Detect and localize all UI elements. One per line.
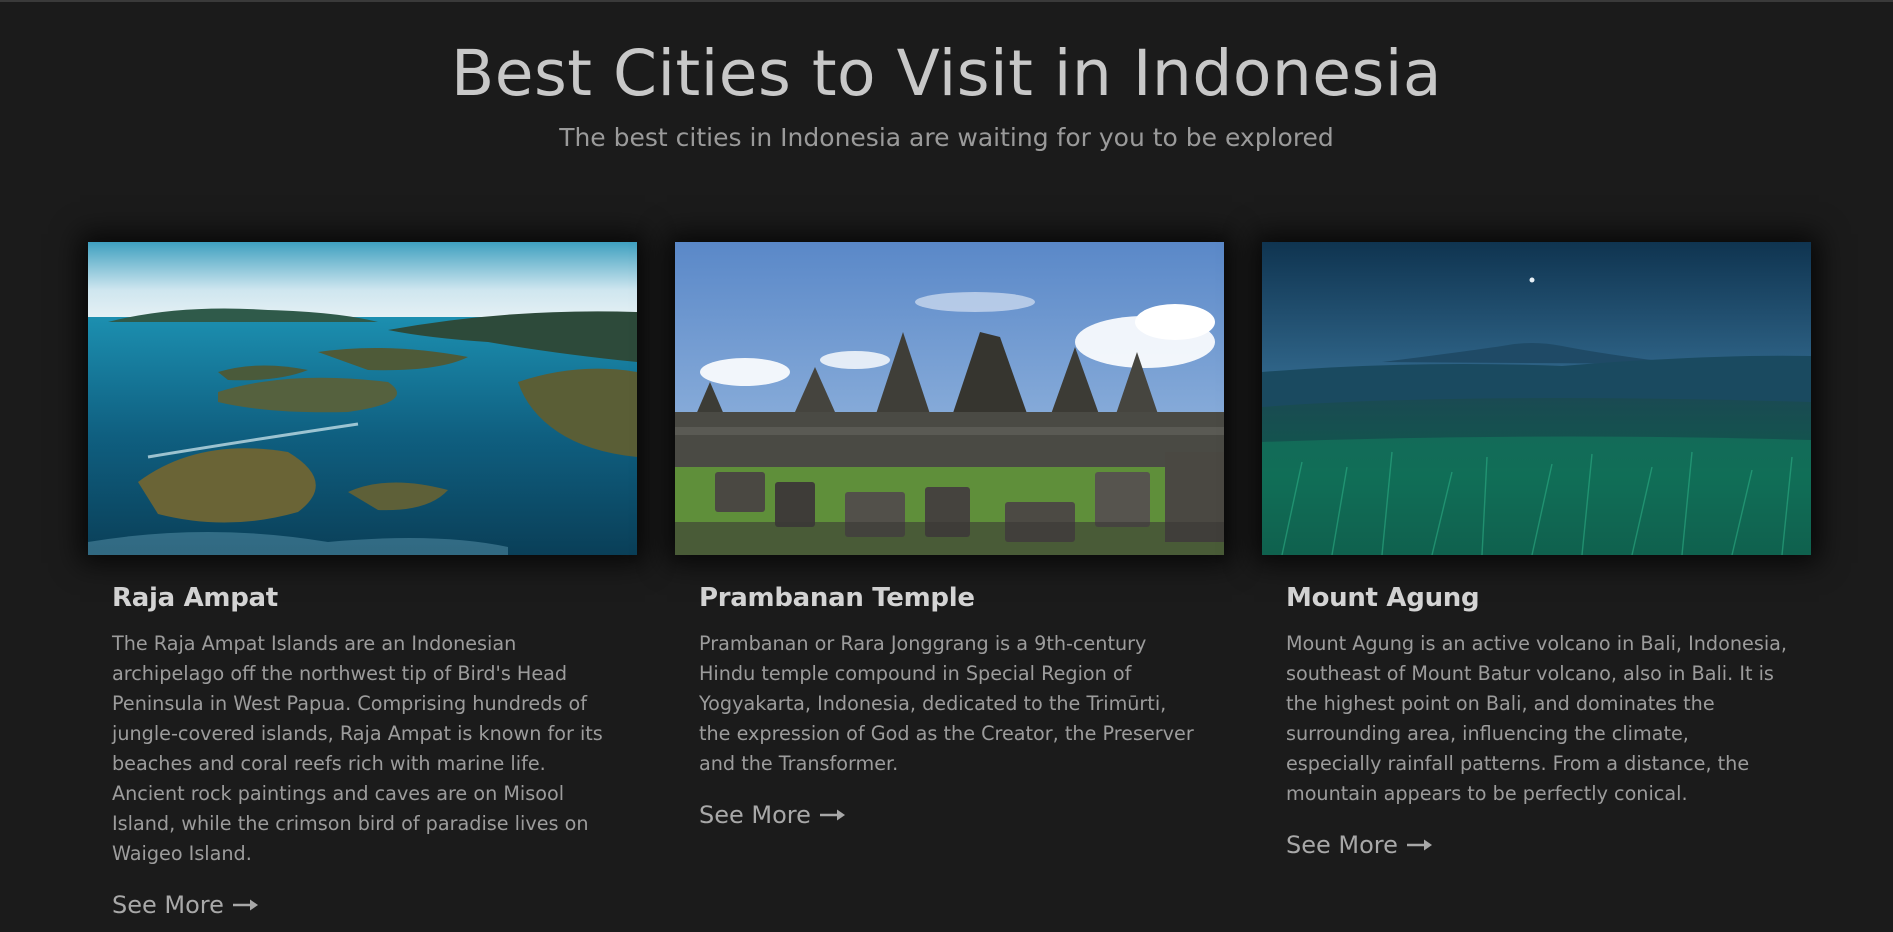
page: Best Cities to Visit in Indonesia The be… — [0, 0, 1893, 932]
card-description: The Raja Ampat Islands are an Indonesian… — [112, 632, 603, 865]
card-raja-ampat: Raja Ampat The Raja Ampat Islands are an… — [88, 242, 637, 921]
mount-agung-image — [1262, 242, 1811, 555]
card-body: Prambanan Temple Prambanan or Rara Jongg… — [675, 555, 1224, 831]
card-description: Prambanan or Rara Jonggrang is a 9th-cen… — [699, 632, 1194, 775]
see-more-link[interactable]: See More — [699, 799, 847, 831]
card-list: Raja Ampat The Raja Ampat Islands are an… — [88, 242, 1811, 921]
card-body: Mount Agung Mount Agung is an active vol… — [1262, 555, 1811, 861]
card-title: Prambanan Temple — [699, 583, 975, 613]
raja-ampat-image — [88, 242, 637, 555]
card-title: Raja Ampat — [112, 583, 278, 613]
card-title: Mount Agung — [1286, 583, 1480, 613]
page-title: Best Cities to Visit in Indonesia — [450, 37, 1442, 110]
see-more-label: See More — [112, 891, 224, 919]
header: Best Cities to Visit in Indonesia The be… — [0, 2, 1893, 154]
prambanan-temple-image — [675, 242, 1224, 555]
card-body: Raja Ampat The Raja Ampat Islands are an… — [88, 555, 637, 921]
arrow-right-icon — [819, 809, 845, 821]
see-more-label: See More — [1286, 831, 1398, 859]
see-more-link[interactable]: See More — [112, 889, 260, 921]
page-subtitle: The best cities in Indonesia are waiting… — [559, 123, 1334, 152]
arrow-right-icon — [232, 899, 258, 911]
card-mount-agung: Mount Agung Mount Agung is an active vol… — [1262, 242, 1811, 921]
arrow-right-icon — [1406, 839, 1432, 851]
card-prambanan-temple: Prambanan Temple Prambanan or Rara Jongg… — [675, 242, 1224, 921]
see-more-link[interactable]: See More — [1286, 829, 1434, 861]
see-more-label: See More — [699, 801, 811, 829]
card-description: Mount Agung is an active volcano in Bali… — [1286, 632, 1788, 805]
